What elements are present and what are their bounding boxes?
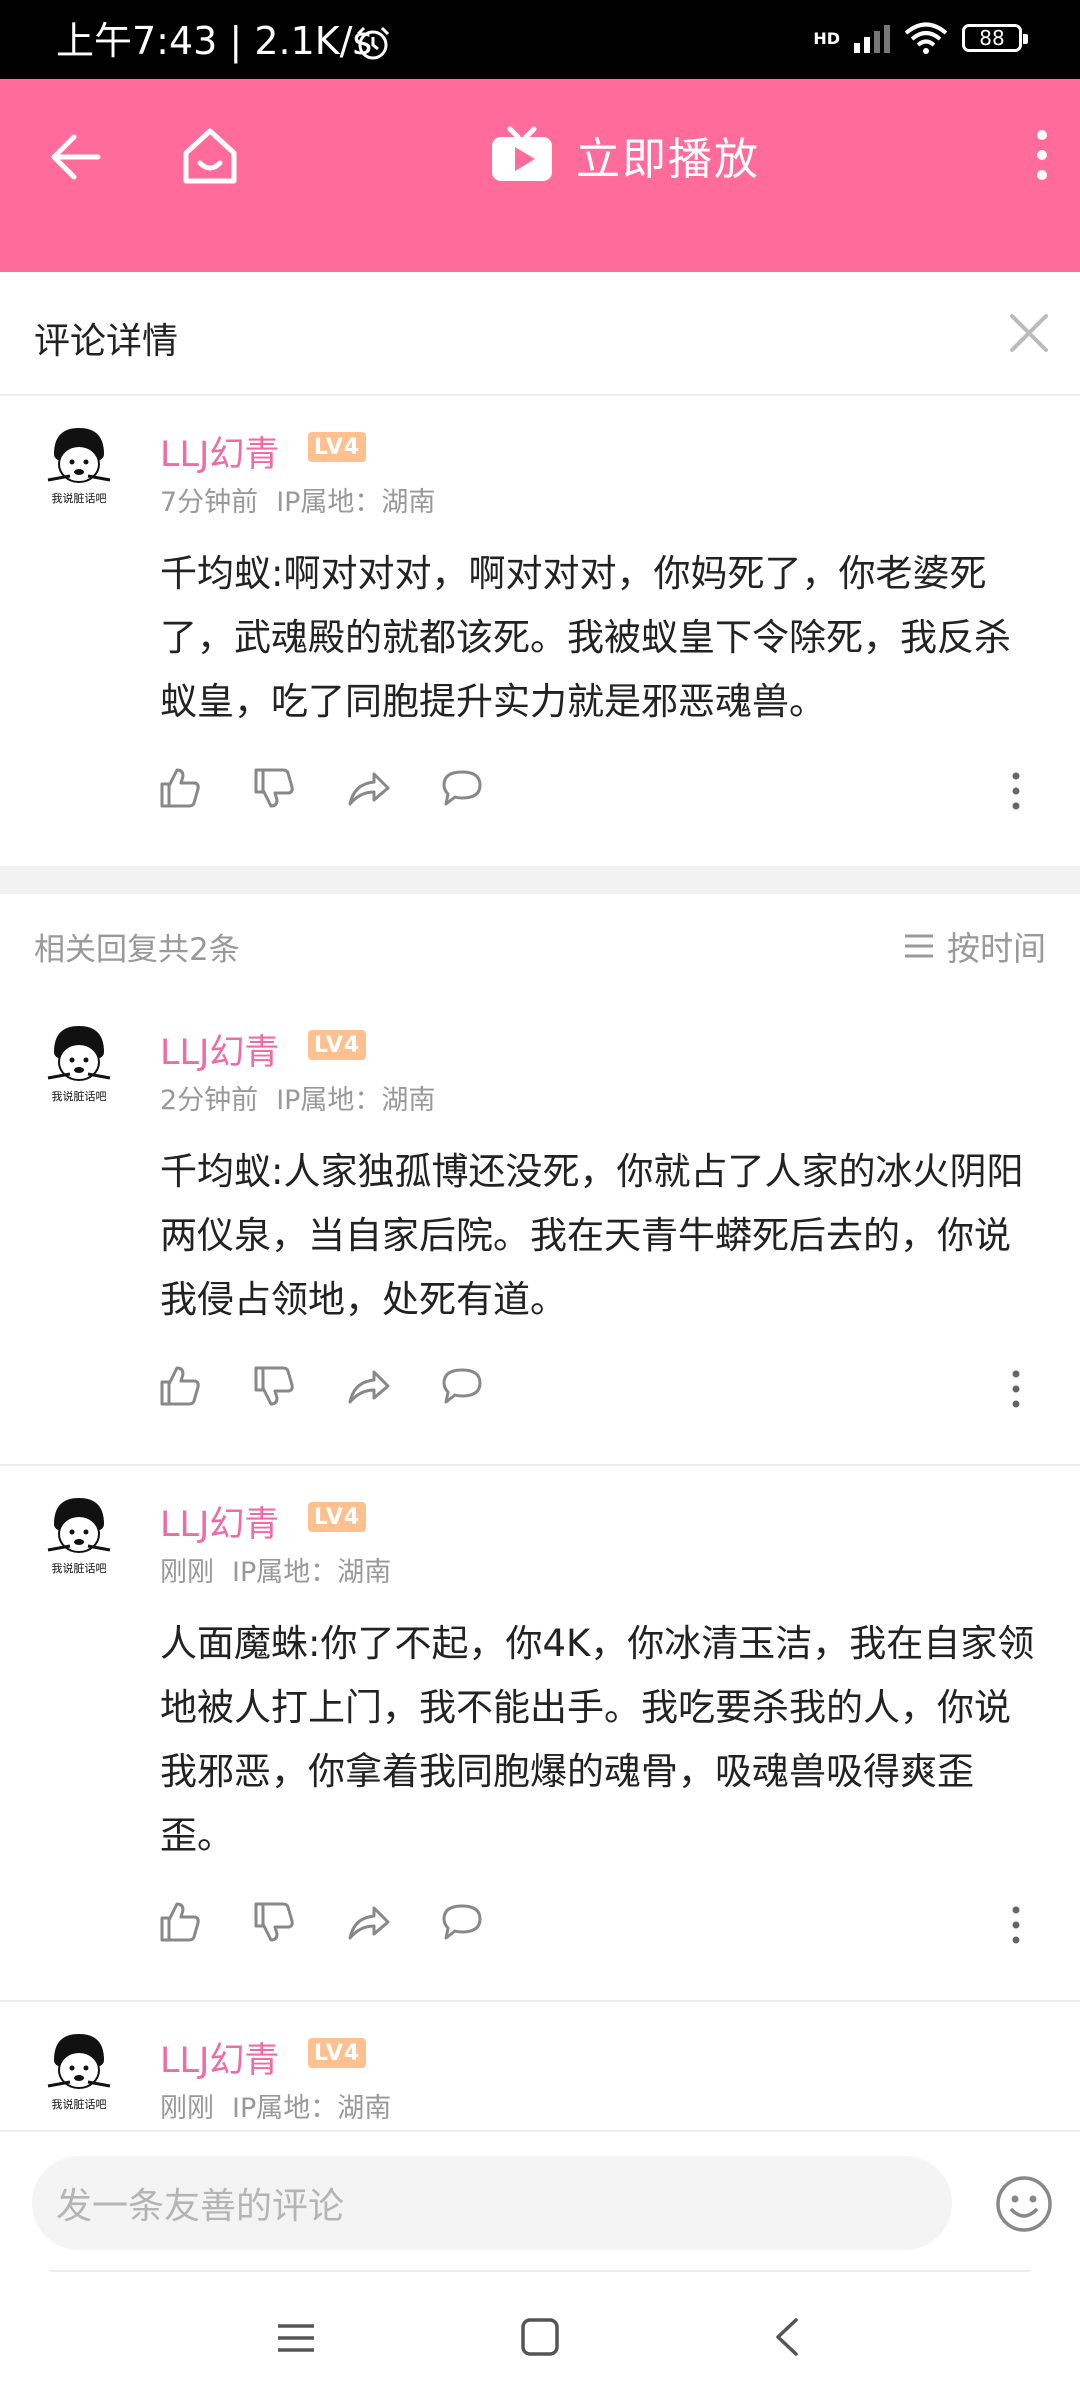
meme-avatar-icon: 我说脏话吧: [47, 1498, 111, 1575]
battery-icon: 88: [962, 24, 1028, 52]
home-icon: [183, 128, 237, 184]
nav-divider: [50, 2270, 1030, 2272]
svg-text:我说脏话吧: 我说脏话吧: [52, 491, 107, 505]
alarm-icon: [354, 24, 392, 62]
username[interactable]: LLJ幻青: [160, 1024, 279, 1075]
page-title: 评论详情: [34, 321, 179, 362]
comment-more-icon[interactable]: [1006, 768, 1026, 814]
svg-text:我说脏话吧: 我说脏话吧: [52, 1089, 107, 1103]
comment-text: 千均蚁:啊对对对，啊对对对，你妈死了，你老婆死了，武魂殿的就都该死。我被蚁皇下令…: [160, 552, 1011, 723]
comment-actions: [158, 1364, 484, 1410]
comment-meta: 7分钟前 IP属地：湖南: [160, 480, 435, 519]
comment-meta: 刚刚 IP属地：湖南: [160, 1550, 391, 1589]
comment-text: 人面魔蛛:你了不起，你4K，你冰清玉洁，我在自家领地被人打上门，我不能出手。我吃…: [160, 1622, 1035, 1857]
comment-ip: IP属地：湖南: [232, 1557, 392, 1588]
back-arrow-icon: [51, 134, 101, 180]
username[interactable]: LLJ幻青: [160, 1496, 279, 1547]
replies-count: 相关回复共2条: [34, 932, 240, 968]
reply-icon[interactable]: [440, 1900, 484, 1944]
comment-time: 2分钟前: [160, 1085, 259, 1116]
reply-icon[interactable]: [440, 766, 484, 810]
main-comment: 我说脏话吧 LLJ幻青 LV4 7分钟前 IP属地：湖南 千均蚁:啊对对对，啊对对…: [0, 396, 1080, 866]
vertical-dots-icon: [1037, 130, 1047, 180]
play-now-button[interactable]: 立即播放: [490, 123, 760, 187]
more-options-button[interactable]: [1022, 123, 1062, 187]
share-icon[interactable]: [346, 766, 390, 810]
hd-label: HD: [813, 28, 840, 48]
level-badge: LV4: [308, 1030, 366, 1060]
comment-ip: IP属地：湖南: [276, 1085, 436, 1116]
reply-comment: 我说脏话吧 LLJ幻青 LV4 刚刚 IP属地：湖南 人面魔蛛:你了不起，你4K，…: [0, 1466, 1080, 2000]
comment-more-icon[interactable]: [1006, 1902, 1026, 1948]
emoji-button[interactable]: [994, 2174, 1054, 2234]
comment-time: 刚刚: [160, 1557, 214, 1588]
system-nav-bar: [0, 2270, 1080, 2400]
avatar[interactable]: 我说脏话吧: [40, 424, 118, 508]
level-badge: LV4: [308, 432, 366, 462]
tv-play-icon: [492, 126, 552, 181]
username[interactable]: LLJ幻青: [160, 426, 279, 477]
level-badge: LV4: [308, 2038, 366, 2068]
app-header: 立即播放: [0, 79, 1080, 272]
meme-avatar-icon: 我说脏话吧: [47, 1026, 111, 1103]
dislike-icon[interactable]: [252, 1364, 296, 1408]
close-icon: [1010, 314, 1048, 352]
back-button[interactable]: [46, 127, 106, 187]
reply-icon[interactable]: [440, 1364, 484, 1408]
avatar[interactable]: 我说脏话吧: [40, 1494, 118, 1578]
signal-icon: [854, 25, 890, 53]
svg-text:我说脏话吧: 我说脏话吧: [52, 2097, 107, 2111]
dislike-icon[interactable]: [252, 766, 296, 810]
meme-avatar-icon: 我说脏话吧: [47, 428, 111, 505]
comment-ip: IP属地：湖南: [232, 2093, 392, 2124]
like-icon[interactable]: [158, 766, 202, 810]
wifi-icon: [904, 22, 948, 54]
share-icon[interactable]: [346, 1364, 390, 1408]
emoji-icon: [996, 2176, 1052, 2232]
status-time: 上午7:43 | 2.1K/s: [56, 19, 373, 63]
sort-by-time-button[interactable]: 按时间: [903, 922, 1046, 970]
comment-actions: [158, 1900, 484, 1946]
comment-detail-bar: 评论详情: [0, 272, 1080, 396]
comment-input-placeholder: 发一条友善的评论: [56, 2186, 345, 2227]
list-icon: [905, 934, 933, 958]
share-icon[interactable]: [346, 1900, 390, 1944]
nav-back-icon[interactable]: [768, 2316, 808, 2358]
comment-more-icon[interactable]: [1006, 1366, 1026, 1412]
replies-header: 相关回复共2条 按时间: [0, 894, 1080, 984]
reply-comment: 我说脏话吧 LLJ幻青 LV4 刚刚 IP属地：湖南: [0, 2002, 1080, 2130]
like-icon[interactable]: [158, 1364, 202, 1408]
status-bar: 上午7:43 | 2.1K/s HD 88: [0, 0, 1080, 79]
sort-label: 按时间: [947, 929, 1046, 968]
avatar[interactable]: 我说脏话吧: [40, 1022, 118, 1106]
comment-meta: 2分钟前 IP属地：湖南: [160, 1078, 435, 1117]
close-button[interactable]: [1002, 306, 1056, 360]
comment-time: 刚刚: [160, 2093, 214, 2124]
avatar[interactable]: 我说脏话吧: [40, 2030, 118, 2114]
meme-avatar-icon: 我说脏话吧: [47, 2034, 111, 2111]
comment-meta: 刚刚 IP属地：湖南: [160, 2086, 391, 2125]
nav-home-icon[interactable]: [520, 2316, 560, 2358]
dislike-icon[interactable]: [252, 1900, 296, 1944]
play-now-label: 立即播放: [576, 134, 760, 185]
status-indicators: HD 88: [813, 22, 1028, 54]
username[interactable]: LLJ幻青: [160, 2032, 279, 2083]
comment-text: 千均蚁:人家独孤博还没死，你就占了人家的冰火阴阳两仪泉，当自家后院。我在天青牛蟒…: [160, 1150, 1024, 1321]
svg-text:我说脏话吧: 我说脏话吧: [52, 1561, 107, 1575]
comment-ip: IP属地：湖南: [276, 487, 436, 518]
comment-time: 7分钟前: [160, 487, 259, 518]
like-icon[interactable]: [158, 1900, 202, 1944]
comment-actions: [158, 766, 484, 812]
recents-menu-icon[interactable]: [276, 2318, 316, 2358]
section-divider: [0, 866, 1080, 894]
comment-input-bar: 发一条友善的评论: [0, 2130, 1080, 2272]
home-button[interactable]: [178, 123, 242, 187]
level-badge: LV4: [308, 1502, 366, 1532]
comment-input[interactable]: 发一条友善的评论: [32, 2156, 952, 2250]
reply-comment: 我说脏话吧 LLJ幻青 LV4 2分钟前 IP属地：湖南 千均蚁:人家独孤博还没死…: [0, 994, 1080, 1464]
